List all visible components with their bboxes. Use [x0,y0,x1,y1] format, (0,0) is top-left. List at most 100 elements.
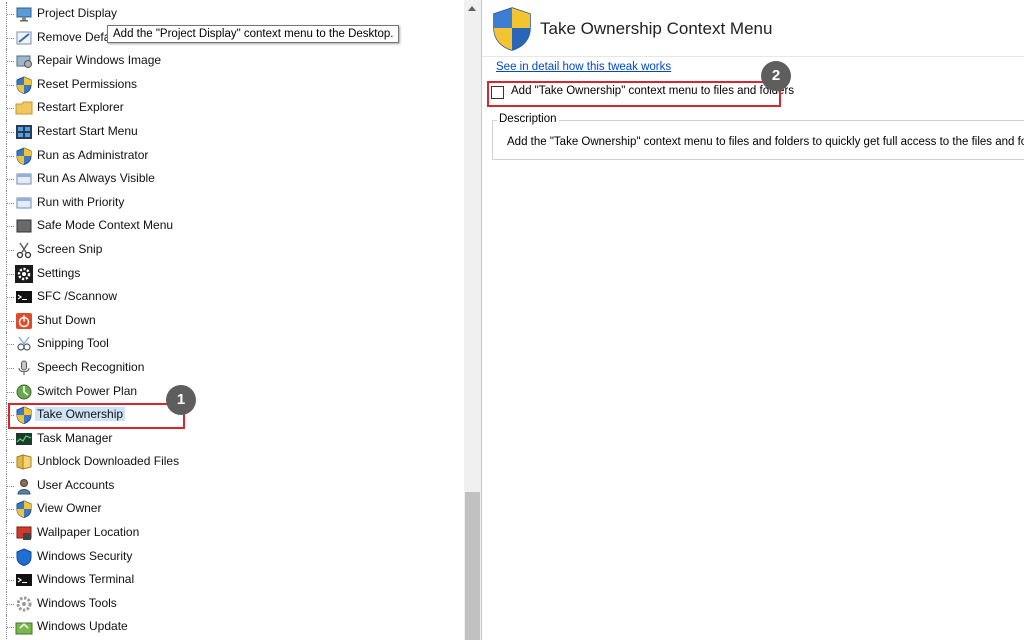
tree-scrollbar[interactable] [464,0,481,640]
tree-item-repair-windows-image[interactable]: Repair Windows Image [0,49,464,73]
tree-item-label: Shut Down [37,312,96,327]
tree-item-label: User Accounts [37,477,115,492]
tree-branch-line [7,627,14,629]
tree-item-label: Run As Always Visible [37,171,155,186]
tree-item-wallpaper-location[interactable]: Wallpaper Location [0,521,464,545]
tree-item-reset-permissions[interactable]: Reset Permissions [0,72,464,97]
tree-branch-line [7,485,14,487]
highlight-box-checkbox [487,81,781,107]
start-menu-icon [16,124,32,139]
tweak-details-link[interactable]: See in detail how this tweak works [496,61,671,73]
tree-item-shut-down[interactable]: Shut Down [0,308,464,333]
tree-item-windows-update[interactable]: Windows Update [0,615,464,640]
shield-icon [16,76,32,94]
tree-branch-line [7,580,14,582]
tree-item-label: Windows Security [37,548,133,563]
step-badge-1: 1 [166,385,196,415]
tree-item-unblock-downloaded-files[interactable]: Unblock Downloaded Files [0,450,464,474]
tweaks-tree-panel: Project Display Remove Default Repair Wind… [0,0,482,640]
tools-icon [16,596,32,612]
tree-item-run-as-administrator[interactable]: Run as Administrator [0,143,464,168]
wallpaper-icon [16,526,32,541]
tree-item-label: SFC /Scannow [37,289,118,304]
tree-item-label: Unblock Downloaded Files [37,454,180,469]
tree-item-label: Repair Windows Image [37,53,162,68]
tree-branch-line [7,14,14,15]
tree-branch-line [7,320,14,322]
tree-item-label: Screen Snip [37,241,103,256]
tree-branch-line [7,249,14,251]
tree-branch-line [7,37,14,39]
tree-item-label: Restart Explorer [37,100,124,115]
repair-icon [16,55,32,69]
tree-item-windows-tools[interactable]: Windows Tools [0,591,464,616]
tree-branch-line [7,556,14,558]
tree-item-project-display[interactable]: Project Display [0,2,464,26]
security-shield-icon [16,548,32,566]
tree-item-label: Run with Priority [37,194,125,209]
window-icon [16,197,32,209]
tree-branch-line [7,533,14,535]
tree-item-safe-mode-context-menu[interactable]: Safe Mode Context Menu [0,214,464,238]
shield-icon [16,500,32,519]
tooltip: Add the "Project Display" context menu t… [107,25,400,43]
tree-item-windows-terminal[interactable]: Windows Terminal [0,568,464,592]
unblock-icon [16,454,32,470]
tree-item-settings[interactable]: Settings [0,261,464,286]
tree-branch-line [7,344,14,346]
shield-icon [16,147,32,165]
tree-item-label: Snipping Tool [37,336,109,351]
tree-item-label: Project Display [37,6,118,20]
terminal-icon [16,291,32,304]
tree-item-label: Run as Administrator [37,147,149,162]
tree-item-restart-start-menu[interactable]: Restart Start Menu [0,119,464,144]
user-icon [17,478,31,495]
tree-branch-line [7,155,14,157]
tree-item-sfc-scannow[interactable]: SFC /Scannow [0,285,464,309]
folder-icon [15,101,33,115]
tree-branch-line [7,603,14,605]
tree-branch-line [7,84,14,86]
description-text: Add the "Take Ownership" context menu to… [507,136,1024,148]
tree-item-windows-security[interactable]: Windows Security [0,544,464,569]
tree-branch-line [7,108,14,110]
tree-item-run-with-priority[interactable]: Run with Priority [0,190,464,215]
tree-branch-line [7,273,14,275]
snipping-tool-icon [17,336,31,351]
uac-shield-icon [493,7,531,51]
tree-item-label: Task Manager [37,430,113,445]
tree-item-label: Safe Mode Context Menu [37,218,174,233]
tree-item-label: Windows Terminal [37,572,135,587]
description-title: Description [497,113,559,125]
scroll-up-arrow-icon[interactable] [468,6,476,11]
tree-item-label: Windows Update [37,619,128,634]
microphone-icon [18,360,30,375]
tree-item-snipping-tool[interactable]: Snipping Tool [0,332,464,356]
tree-branch-line [7,438,14,440]
tree-item-run-as-always-visible[interactable]: Run As Always Visible [0,167,464,191]
monitor-icon [16,7,32,22]
tree-item-screen-snip[interactable]: Screen Snip [0,237,464,262]
tree-branch-line [7,61,14,63]
scissors-icon [16,242,32,259]
tree-item-speech-recognition[interactable]: Speech Recognition [0,355,464,380]
tree-item-label: Wallpaper Location [37,525,140,540]
tree-item-user-accounts[interactable]: User Accounts [0,473,464,498]
tree-item-label: Restart Start Menu [37,123,138,138]
tree-item-restart-explorer[interactable]: Restart Explorer [0,96,464,120]
tree-item-label: View Owner [37,501,102,516]
tweaks-tree: Project Display Remove Default Repair Wind… [0,2,464,640]
tree-branch-line [7,202,14,204]
tree-branch-line [7,297,14,299]
tree-item-switch-power-plan[interactable]: Switch Power Plan [0,379,464,404]
remove-icon [16,31,32,45]
power-icon [16,312,32,329]
tree-item-task-manager[interactable]: Task Manager [0,426,464,451]
tree-item-view-owner[interactable]: View Owner [0,497,464,522]
tree-branch-line [7,391,14,393]
tree-item-label: Settings [37,265,81,280]
tree-branch-line [7,509,14,511]
scrollbar-thumb[interactable] [465,492,480,640]
tree-item-label: Speech Recognition [37,359,145,374]
title-divider [482,56,1024,57]
